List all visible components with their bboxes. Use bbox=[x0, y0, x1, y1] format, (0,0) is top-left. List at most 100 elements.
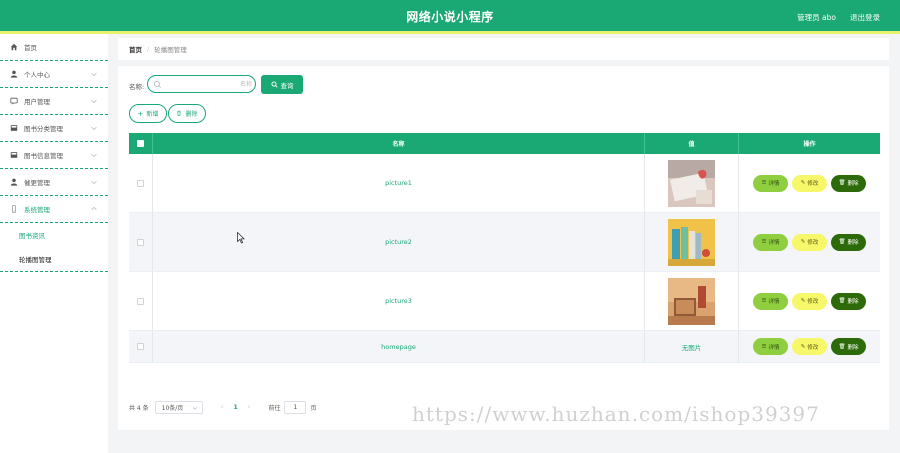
row-name: homepage bbox=[153, 331, 645, 362]
table-row: picture1 ☰ 详情 ✎ 修改 🗑 删除 bbox=[129, 154, 880, 213]
sidebar-item-book-info[interactable]: 图书信息管理 bbox=[0, 142, 108, 169]
edit-icon: ✎ bbox=[800, 180, 806, 186]
edit-icon: ✎ bbox=[800, 343, 806, 350]
person-icon bbox=[10, 70, 18, 78]
detail-button[interactable]: ☰ 详情 bbox=[753, 174, 788, 192]
thumbnail-image[interactable] bbox=[668, 159, 715, 207]
row-checkbox[interactable] bbox=[137, 179, 144, 187]
select-all-checkbox[interactable] bbox=[137, 140, 144, 147]
mouse-cursor-icon bbox=[237, 232, 245, 244]
delete-button[interactable]: 🗑 删除 bbox=[831, 174, 866, 192]
row-name: picture2 bbox=[153, 213, 645, 271]
submenu-item-carousel[interactable]: 轮播图管理 bbox=[0, 247, 108, 271]
edit-icon: ✎ bbox=[800, 298, 806, 304]
delete-button[interactable]: 🗑 删除 bbox=[831, 338, 866, 355]
pagination-total: 共 4 条 bbox=[129, 404, 149, 412]
delete-button[interactable]: 🗑 删除 bbox=[831, 292, 866, 310]
sidebar-item-label: 系统管理 bbox=[24, 206, 50, 214]
page-number[interactable]: 1 bbox=[233, 404, 237, 411]
edit-button[interactable]: ✎ 修改 bbox=[792, 338, 827, 355]
app-header: 网络小说小程序 管理员 abo 退出登录 bbox=[0, 0, 900, 34]
detail-button[interactable]: ☰ 详情 bbox=[753, 338, 788, 355]
edit-button[interactable]: ✎ 修改 bbox=[792, 292, 827, 310]
pagination: 共 4 条 10条/页 ‹ 1 › 前往 1 页 bbox=[129, 400, 316, 414]
search-label: 名称: bbox=[129, 83, 145, 91]
sidebar-item-update-requests[interactable]: 催更管理 bbox=[0, 169, 108, 196]
home-icon bbox=[10, 43, 18, 51]
next-page-button[interactable]: › bbox=[248, 403, 251, 411]
chevron-down-icon bbox=[91, 153, 97, 158]
sidebar-item-label: 图书信息管理 bbox=[24, 152, 63, 160]
chevron-down-icon bbox=[91, 72, 97, 77]
sidebar-item-profile[interactable]: 个人中心 bbox=[0, 61, 108, 88]
trash-icon: 🗑 bbox=[838, 343, 846, 350]
app-title: 网络小说小程序 bbox=[406, 10, 494, 24]
detail-button[interactable]: ☰ 详情 bbox=[753, 292, 788, 310]
search-icon bbox=[153, 80, 162, 89]
row-checkbox[interactable] bbox=[137, 297, 144, 305]
list-icon: ☰ bbox=[761, 180, 767, 186]
chevron-down-icon bbox=[91, 126, 97, 131]
goto-prefix: 前往 bbox=[268, 404, 281, 412]
batch-delete-button[interactable]: 删除 bbox=[168, 104, 206, 123]
search-button-label: 查询 bbox=[280, 81, 294, 90]
column-header-image: 值 bbox=[645, 133, 739, 154]
search-input[interactable] bbox=[164, 78, 252, 90]
breadcrumb-home[interactable]: 首页 bbox=[129, 44, 142, 54]
sidebar: 首页 个人中心 用户管理 图书分类管理 图书信息管理 催更管理 系统管理 图书资… bbox=[0, 34, 108, 453]
no-image-text: 无图片 bbox=[645, 331, 739, 362]
goto-page-input[interactable]: 1 bbox=[284, 400, 307, 414]
add-button-label: 新增 bbox=[146, 111, 159, 118]
trash-icon bbox=[176, 110, 182, 118]
sidebar-item-book-category[interactable]: 图书分类管理 bbox=[0, 115, 108, 142]
list-icon: ☰ bbox=[761, 298, 767, 304]
chevron-down-icon bbox=[91, 180, 97, 185]
table-row: homepage 无图片 ☰ 详情 ✎ 修改 🗑 删除 bbox=[129, 331, 880, 363]
table-row: picture3 ☰ 详情 ✎ 修改 🗑 删除 bbox=[129, 272, 880, 331]
table-header: 名称 值 操作 bbox=[129, 133, 880, 154]
search-button[interactable]: 查询 bbox=[261, 75, 303, 94]
goto-suffix: 页 bbox=[310, 404, 317, 412]
page-size-select[interactable]: 10条/页 bbox=[154, 400, 203, 414]
prev-page-button[interactable]: ‹ bbox=[221, 403, 224, 411]
phone-icon bbox=[10, 205, 18, 213]
system-submenu: 图书资讯 轮播图管理 bbox=[0, 223, 108, 272]
sidebar-item-users[interactable]: 用户管理 bbox=[0, 88, 108, 115]
sidebar-item-label: 个人中心 bbox=[24, 71, 50, 79]
chevron-up-icon bbox=[91, 206, 97, 211]
add-button[interactable]: + 新增 bbox=[129, 104, 167, 123]
list-icon: ☰ bbox=[761, 343, 767, 350]
column-header-name: 名称 bbox=[153, 133, 645, 154]
row-checkbox[interactable] bbox=[137, 238, 144, 246]
thumbnail-image[interactable] bbox=[668, 277, 715, 325]
main-content: 首页 / 轮播图管理 名称: 查询 + 新增 删除 名称 值 bbox=[118, 38, 889, 430]
logout-link[interactable]: 退出登录 bbox=[850, 12, 880, 23]
search-field[interactable] bbox=[147, 75, 256, 93]
delete-button[interactable]: 🗑 删除 bbox=[831, 233, 866, 251]
row-name: picture3 bbox=[153, 272, 645, 330]
row-name: picture1 bbox=[153, 154, 645, 212]
trash-icon: 🗑 bbox=[838, 298, 846, 304]
edit-button[interactable]: ✎ 修改 bbox=[792, 174, 827, 192]
book-icon bbox=[10, 151, 18, 159]
chevron-down-icon bbox=[91, 99, 97, 104]
row-checkbox[interactable] bbox=[137, 343, 144, 350]
sidebar-item-label: 首页 bbox=[24, 44, 37, 52]
search-icon bbox=[270, 81, 278, 88]
sidebar-item-label: 催更管理 bbox=[24, 179, 50, 187]
edit-button[interactable]: ✎ 修改 bbox=[792, 233, 827, 251]
batch-delete-label: 删除 bbox=[185, 111, 198, 118]
sidebar-item-label: 用户管理 bbox=[24, 98, 50, 106]
person-icon bbox=[10, 178, 18, 186]
plus-icon: + bbox=[137, 109, 144, 118]
carousel-table: 名称 值 操作 picture1 ☰ 详情 ✎ 修改 🗑 删除 picture2… bbox=[129, 133, 880, 363]
trash-icon: 🗑 bbox=[838, 239, 846, 245]
thumbnail-image[interactable] bbox=[668, 218, 715, 266]
sidebar-item-home[interactable]: 首页 bbox=[0, 34, 108, 61]
detail-button[interactable]: ☰ 详情 bbox=[753, 233, 788, 251]
page-size-value: 10条/页 bbox=[161, 404, 184, 412]
sidebar-item-system[interactable]: 系统管理 bbox=[0, 196, 108, 223]
submenu-item-book-news[interactable]: 图书资讯 bbox=[0, 223, 108, 247]
breadcrumb-separator: / bbox=[147, 45, 150, 53]
content-panel: 名称: 查询 + 新增 删除 名称 值 操作 bbox=[118, 66, 889, 430]
